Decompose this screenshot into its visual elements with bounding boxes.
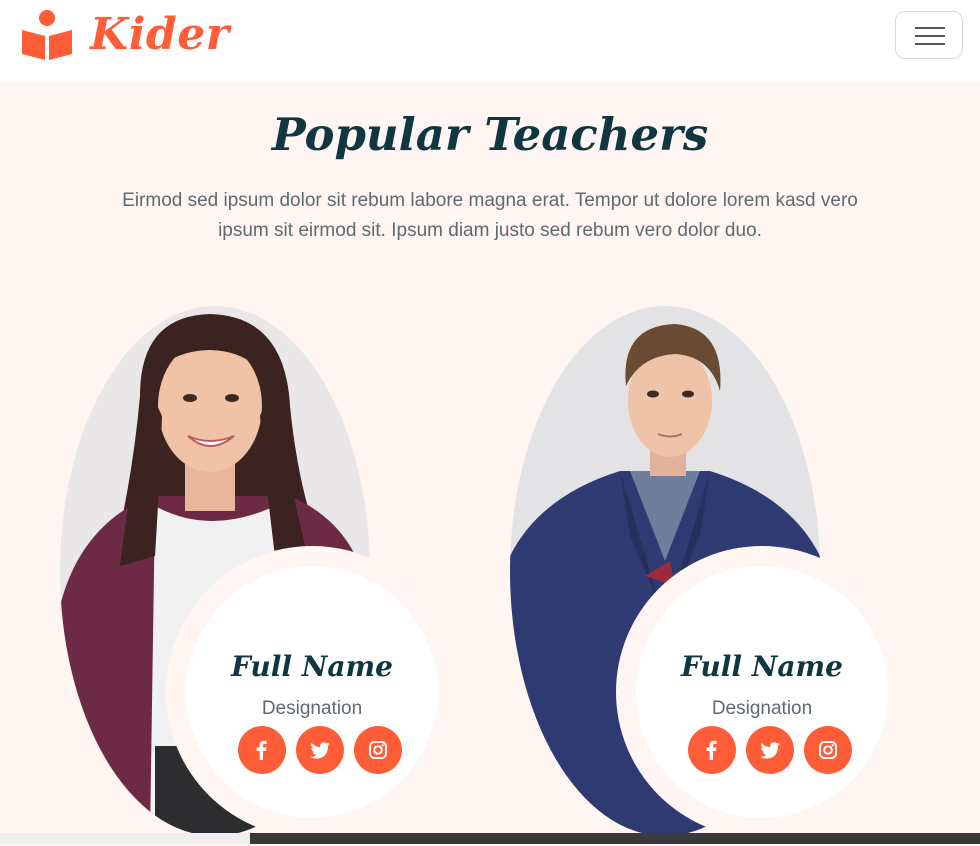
teacher-info-circle: Full Name Designation [166,546,458,838]
twitter-icon[interactable] [296,726,344,774]
social-links [688,726,858,774]
section-title: Popular Teachers [271,108,709,161]
section-description: Eirmod sed ipsum dolor sit rebum labore … [122,190,858,241]
instagram-icon[interactable] [804,726,852,774]
instagram-icon[interactable] [354,726,402,774]
navbar: Kider [0,0,980,82]
teacher-designation: Designation [711,698,813,719]
hamburger-menu-icon [915,27,945,29]
brand-logo[interactable]: Kider [20,8,229,62]
teacher-designation: Designation [261,698,363,719]
book-reader-icon [22,10,72,60]
menu-toggle-button[interactable] [895,11,963,59]
twitter-icon[interactable] [746,726,794,774]
facebook-icon[interactable] [688,726,736,774]
teacher-card: Full Name Designation [450,306,910,846]
teacher-info-circle: Full Name Designation [616,546,908,838]
brand-name: Kider [90,9,230,60]
teacher-name: Full Name [681,650,843,683]
footer-strip [0,833,980,844]
facebook-icon[interactable] [238,726,286,774]
social-links [238,726,408,774]
teacher-name: Full Name [231,650,393,683]
teacher-card: Full Name Designation [0,306,460,846]
